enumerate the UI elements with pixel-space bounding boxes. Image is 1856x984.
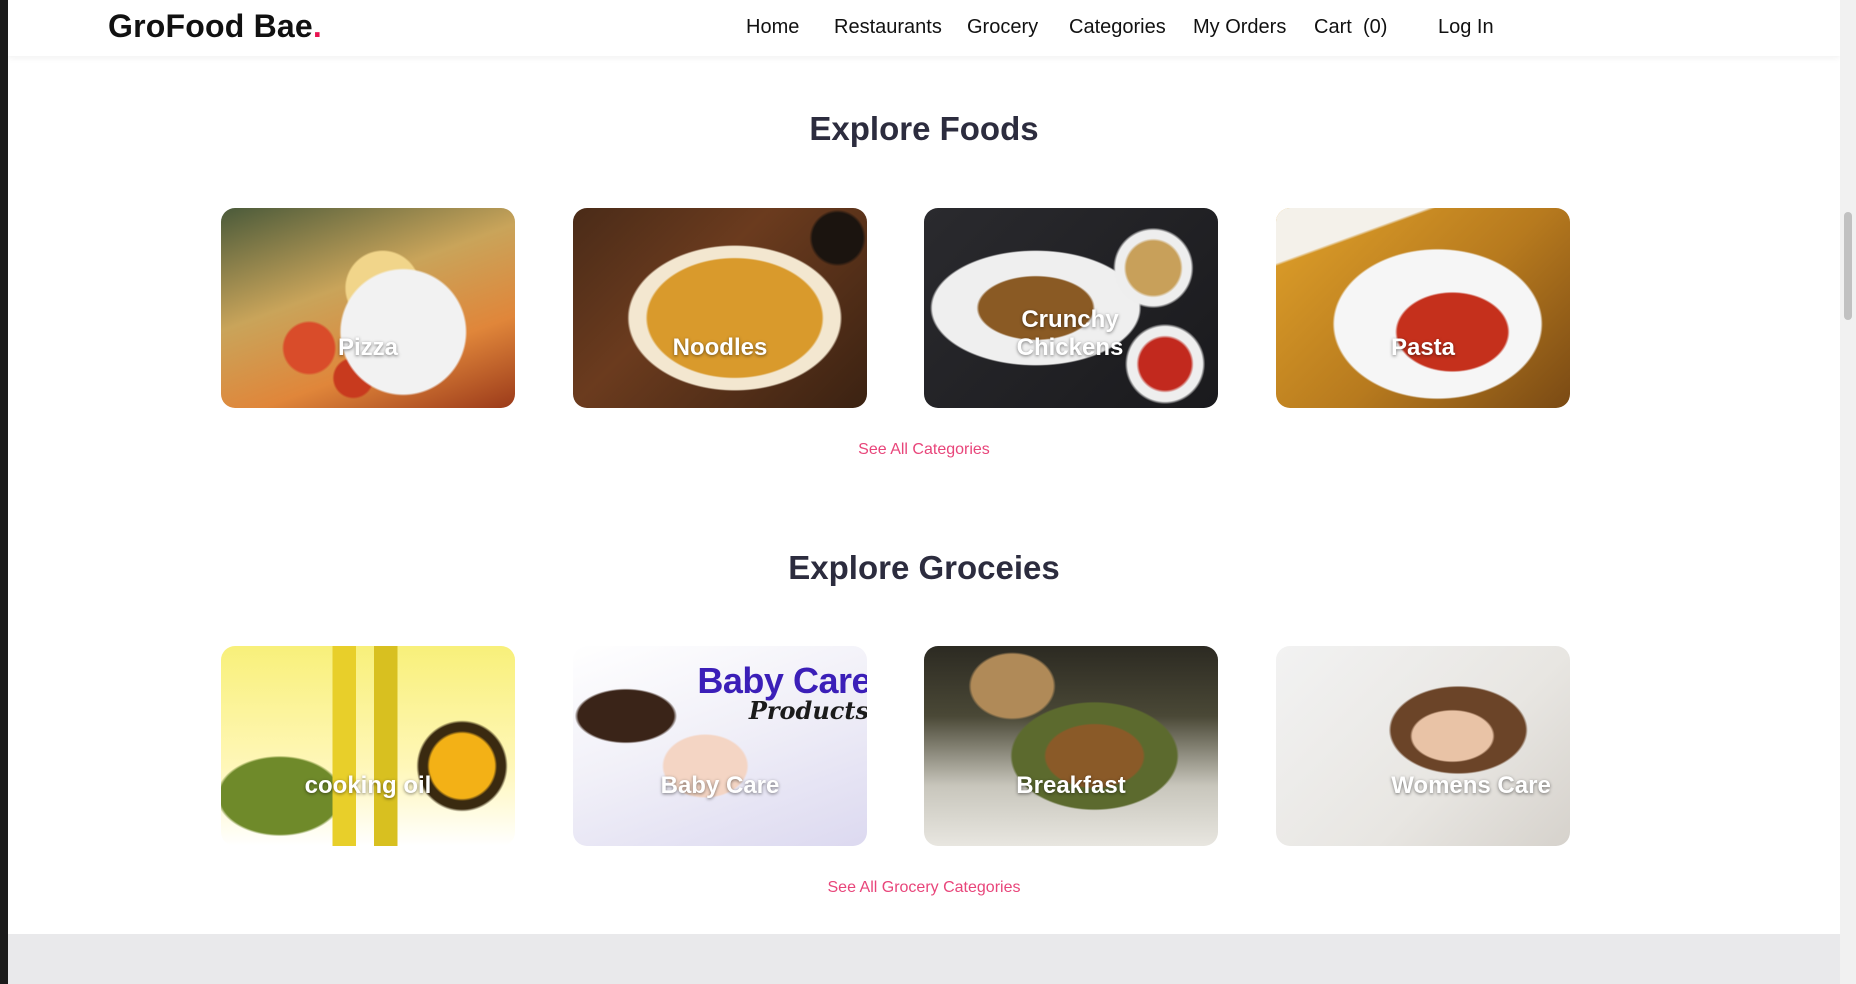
grocery-card-womens-care[interactable]: Womens Care	[1276, 646, 1570, 846]
food-card-crunchy-chickens[interactable]: Crunchy Chickens	[924, 208, 1218, 408]
cooking-oil-image	[221, 646, 515, 846]
grocery-card-label: Breakfast	[1016, 772, 1126, 799]
grocery-card-label: cooking oil	[304, 772, 432, 799]
food-card-noodles[interactable]: Noodles	[573, 208, 867, 408]
grocery-card-baby-care[interactable]: Baby Care Products Baby Care	[573, 646, 867, 846]
pizza-image	[221, 208, 515, 408]
nav-cart[interactable]: Cart	[1314, 16, 1352, 39]
food-card-pasta[interactable]: Pasta	[1276, 208, 1570, 408]
see-all-grocery-categories-link[interactable]: See All Grocery Categories	[8, 879, 1840, 897]
food-card-label: Pasta	[1390, 334, 1456, 361]
food-card-label: Pizza	[337, 334, 399, 361]
footer-band	[8, 934, 1840, 984]
womens-care-image	[1276, 646, 1570, 846]
scrollbar-thumb[interactable]	[1844, 212, 1852, 320]
breakfast-image	[924, 646, 1218, 846]
food-card-label: Noodles	[672, 334, 768, 361]
page: GroFood Bae. Home Restaurants Grocery Ca…	[8, 0, 1840, 984]
nav-home[interactable]: Home	[746, 16, 799, 39]
page-scrollbar[interactable]	[1840, 0, 1856, 984]
grocery-card-label: Baby Care	[660, 772, 780, 799]
noodles-image	[573, 208, 867, 408]
cart-count-badge[interactable]: (0)	[1363, 16, 1387, 39]
grocery-card-breakfast[interactable]: Breakfast	[924, 646, 1218, 846]
top-navbar: GroFood Bae. Home Restaurants Grocery Ca…	[8, 0, 1840, 56]
nav-categories[interactable]: Categories	[1069, 16, 1166, 39]
foods-section-title: Explore Foods	[809, 110, 1039, 147]
food-card-pizza[interactable]: Pizza	[221, 208, 515, 408]
grocery-card-cooking-oil[interactable]: cooking oil	[221, 646, 515, 846]
grocery-card-label: Womens Care	[1391, 772, 1551, 799]
see-all-categories-link[interactable]: See All Categories	[8, 441, 1840, 459]
nav-grocery[interactable]: Grocery	[967, 16, 1038, 39]
food-card-label: Crunchy Chickens	[1016, 306, 1124, 361]
nav-my-orders[interactable]: My Orders	[1193, 16, 1286, 39]
baby-care-image-subtitle: Products	[748, 696, 867, 725]
pasta-image	[1276, 208, 1570, 408]
main-nav: Home Restaurants Grocery Categories My O…	[8, 16, 1840, 42]
groceries-section-title: Explore Groceies	[788, 549, 1060, 586]
nav-restaurants[interactable]: Restaurants	[834, 16, 942, 39]
nav-login[interactable]: Log In	[1438, 16, 1494, 39]
